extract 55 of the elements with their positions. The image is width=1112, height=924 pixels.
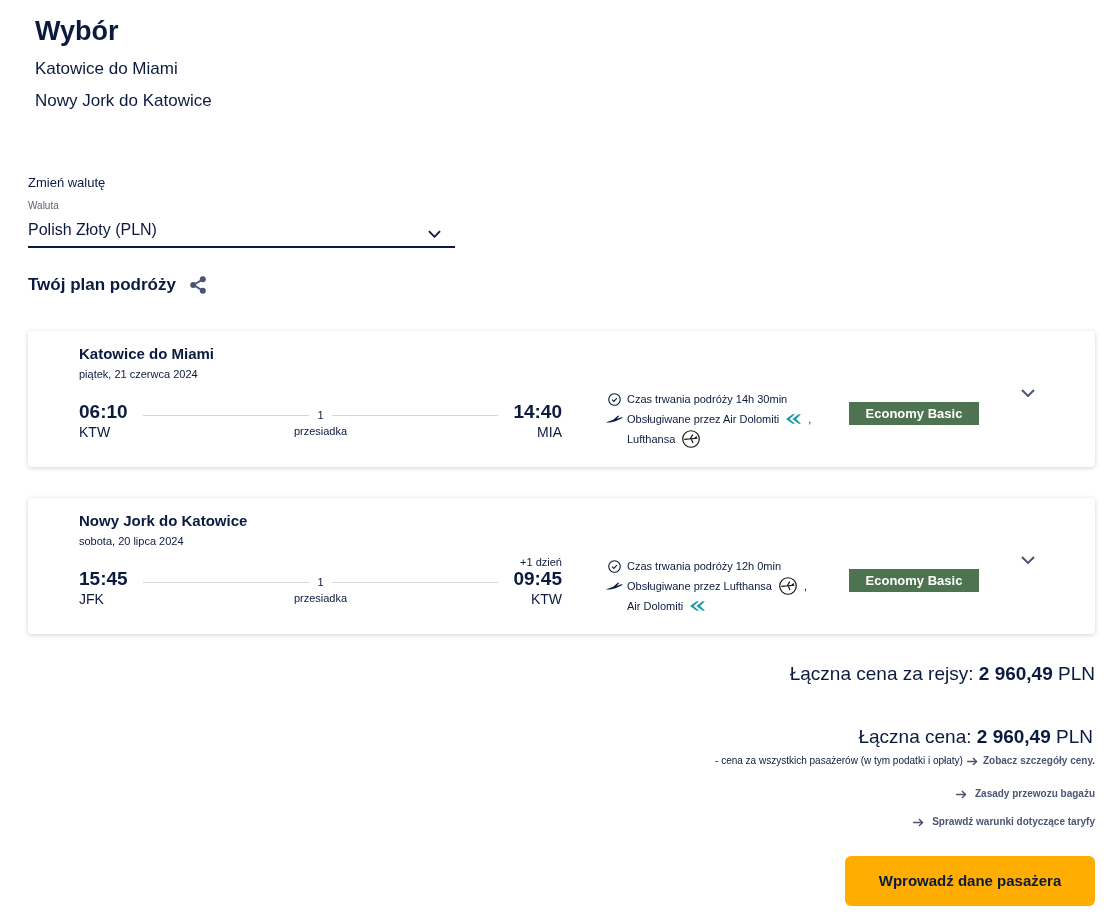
duration-text: Czas trwania podróży 14h 30min xyxy=(627,392,788,406)
chevron-down-icon xyxy=(428,230,441,238)
double-chevron-logo-icon xyxy=(690,601,706,611)
clock-icon xyxy=(608,392,621,406)
route-text: Nowy Jork do Katowice xyxy=(35,90,213,112)
airport-code: MIA xyxy=(537,423,562,441)
stops-label: przesiadka xyxy=(293,591,348,605)
duration-text: Czas trwania podróży 12h 0min xyxy=(627,559,782,573)
arrival-time: 14:40 xyxy=(513,401,562,423)
fare-badge: Economy Basic xyxy=(849,402,979,425)
stop-count: 1 xyxy=(316,408,325,422)
double-chevron-logo-icon xyxy=(786,414,802,424)
stops-label: przesiadka xyxy=(293,424,348,438)
currency-select[interactable]: Waluta Polish Złoty (PLN) xyxy=(28,199,455,248)
day-offset-text: +1 dzień xyxy=(520,556,562,568)
continue-button[interactable]: Wprowadź dane pasażera xyxy=(845,856,1095,906)
bird-in-circle-logo-icon xyxy=(682,430,701,448)
price-note-text: - cena za wszystkich pasażerów (w tym podatki i opłaty) xyxy=(715,754,963,768)
comma-text: , xyxy=(803,579,807,593)
share-icon xyxy=(189,276,206,294)
section-title: Twój plan podróży xyxy=(28,274,176,296)
flight-route: Katowice do Miami xyxy=(79,344,216,364)
departure-time: 06:10 xyxy=(79,401,128,423)
plane-icon xyxy=(606,582,623,590)
arrow-right-icon xyxy=(913,817,925,827)
departure-time: 15:45 xyxy=(79,568,128,590)
operator-text: Obsługiwane przez Air Dolomiti xyxy=(627,412,780,426)
floating-label: Waluta xyxy=(28,199,60,213)
arrow-right-icon xyxy=(955,789,967,799)
operator-text: Obsługiwane przez Lufthansa xyxy=(627,579,772,593)
share-button[interactable] xyxy=(189,276,206,294)
total-price-text: Łączna cena: 2 960,49 PLN xyxy=(858,725,1094,749)
section-label: Zmień walutę xyxy=(28,174,106,192)
arrow-right-icon xyxy=(966,756,978,766)
page-title: Wybór xyxy=(35,15,120,47)
plane-icon xyxy=(606,415,623,423)
price-details-link[interactable]: Zobacz szczegóły ceny. xyxy=(982,753,1095,769)
flight-route: Nowy Jork do Katowice xyxy=(79,511,249,531)
airport-code: JFK xyxy=(79,590,105,608)
operator-text: Lufthansa xyxy=(627,432,676,446)
flight-date: piątek, 21 czerwca 2024 xyxy=(79,367,199,381)
operator-text: Air Dolomiti xyxy=(627,599,684,613)
route-text: Katowice do Miami xyxy=(35,58,179,80)
bird-in-circle-logo-icon xyxy=(778,577,797,595)
info-link[interactable]: Sprawdź warunki dotyczące taryfy xyxy=(932,814,1095,830)
clock-icon xyxy=(608,559,621,573)
flights-total-text: Łączna cena za rejsy: 2 960,49 PLN xyxy=(789,662,1095,686)
arrival-time: 09:45 xyxy=(513,568,562,590)
airport-code: KTW xyxy=(530,590,562,608)
stop-count: 1 xyxy=(316,575,325,589)
flight-date: sobota, 20 lipca 2024 xyxy=(79,534,185,548)
comma-text: , xyxy=(808,412,812,426)
fare-badge: Economy Basic xyxy=(849,569,979,592)
info-link[interactable]: Zasady przewozu bagażu xyxy=(974,786,1095,802)
airport-code: KTW xyxy=(79,423,112,441)
